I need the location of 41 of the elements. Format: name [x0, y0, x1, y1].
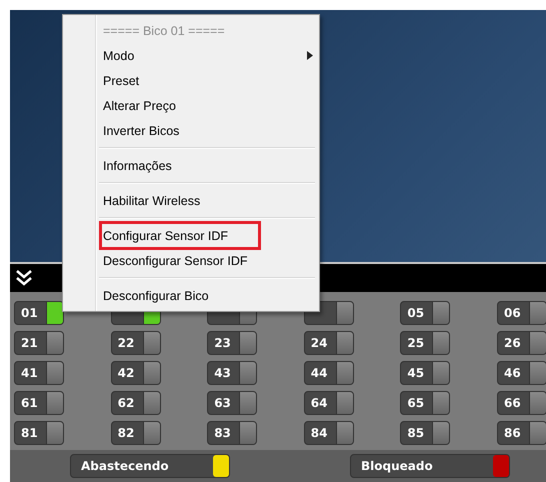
nozzle-button[interactable]: 24 [304, 331, 354, 355]
menu-item[interactable]: Informações [101, 153, 319, 178]
nozzle-button[interactable]: 46 [496, 361, 546, 385]
nozzle-button[interactable]: 85 [400, 421, 450, 445]
menu-item[interactable]: Desconfigurar Bico [101, 283, 319, 308]
nozzle-button[interactable]: 05 [400, 301, 450, 325]
nozzle-button[interactable]: 23 [207, 331, 258, 355]
menu-item[interactable]: Preset [101, 68, 319, 93]
nozzle-button[interactable]: 45 [400, 361, 450, 385]
nozzle-button[interactable]: 43 [207, 361, 258, 385]
nozzle-button[interactable]: 41 [14, 361, 64, 385]
nozzle-button[interactable]: 86 [496, 421, 546, 445]
submenu-arrow-icon [307, 51, 313, 60]
nozzle-button[interactable]: 83 [207, 421, 258, 445]
nozzle-button[interactable]: 01 [14, 301, 64, 325]
nozzle-button[interactable]: 61 [14, 391, 64, 415]
nozzle-button[interactable]: 22 [110, 331, 161, 355]
menu-item[interactable]: Alterar Preço [101, 93, 319, 118]
menu-item[interactable]: Desconfigurar Sensor IDF [101, 248, 319, 273]
nozzle-button[interactable]: 81 [14, 421, 64, 445]
legend-label: Bloqueado [360, 459, 433, 473]
nozzle-button[interactable]: 82 [110, 421, 161, 445]
nozzle-button[interactable]: 26 [496, 331, 546, 355]
nozzle-button[interactable]: 66 [496, 391, 546, 415]
menu-item[interactable]: Habilitar Wireless [101, 188, 319, 213]
menu-item[interactable]: Modo [101, 43, 319, 68]
nozzle-button[interactable]: 62 [110, 391, 161, 415]
menu-item[interactable]: Configurar Sensor IDF [101, 223, 259, 248]
nozzle-button[interactable]: 42 [110, 361, 161, 385]
nozzle-button[interactable]: 84 [304, 421, 354, 445]
nozzle-button[interactable]: 21 [14, 331, 64, 355]
menu-header: ===== Bico 01 ===== [102, 22, 226, 40]
nozzle-button[interactable]: 65 [400, 391, 450, 415]
nozzle-button[interactable]: 64 [304, 391, 354, 415]
menu-item[interactable]: Inverter Bicos [101, 118, 319, 143]
double-chevron-icon[interactable] [14, 268, 34, 288]
legend-label: Abastecendo [80, 459, 169, 473]
nozzle-button[interactable]: 25 [400, 331, 450, 355]
nozzle-button[interactable]: 63 [207, 391, 258, 415]
nozzle-button[interactable]: 06 [496, 301, 546, 325]
nozzle-button[interactable]: 44 [304, 361, 354, 385]
